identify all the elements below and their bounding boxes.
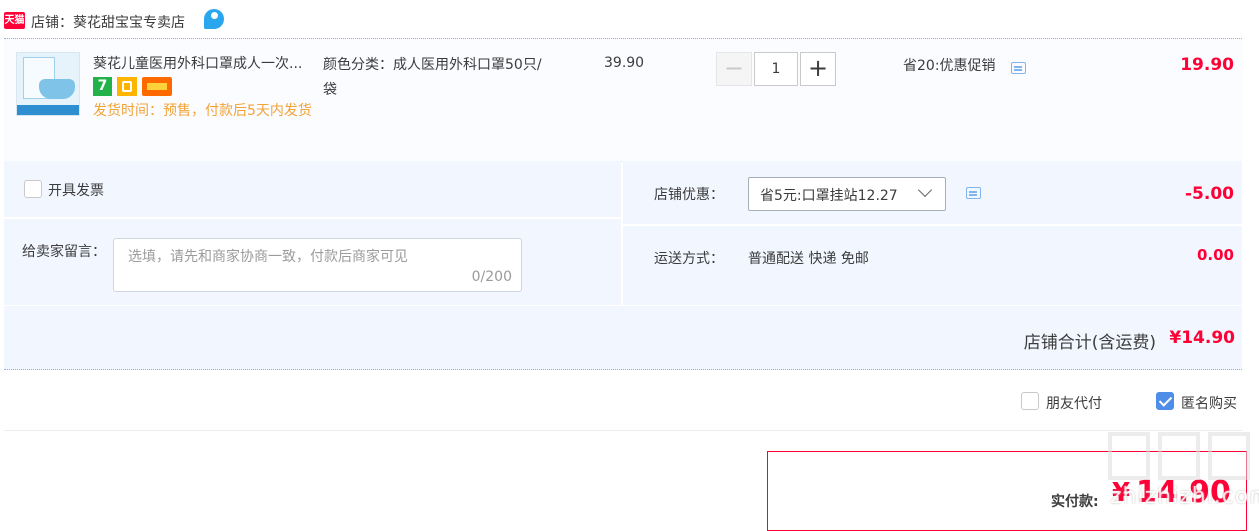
friend-pay-label[interactable]: 朋友代付 <box>1046 393 1102 413</box>
shop-total-value: ¥14.90 <box>1169 328 1235 348</box>
quantity-decrease-button[interactable]: − <box>716 52 752 86</box>
seller-message-placeholder: 选填，请先和商家协商一致，付款后商家可见 <box>128 249 408 265</box>
friend-pay-checkbox[interactable] <box>1021 392 1039 410</box>
shop-coupon-selected[interactable]: 省5元:口罩挂站12.27 <box>760 185 898 205</box>
character-counter: 0/200 <box>471 269 512 285</box>
invoice-checkbox[interactable] <box>24 180 42 198</box>
shipping-fee: 0.00 <box>1196 246 1234 264</box>
anonymous-purchase-checkbox[interactable] <box>1156 392 1174 410</box>
item-subtotal: 19.90 <box>1180 55 1234 75</box>
anonymous-purchase-label[interactable]: 匿名购买 <box>1181 393 1237 413</box>
payment-label: 实付款: <box>1051 494 1099 510</box>
unit-price: 39.90 <box>604 55 645 71</box>
quantity-input[interactable]: 1 <box>754 52 798 86</box>
shop-total-label: 店铺合计(含运费) <box>1023 333 1156 353</box>
shopping-bag-icon <box>117 77 137 96</box>
ship-time-notice: 发货时间：预售，付款后5天内发货 <box>93 103 312 119</box>
quantity-increase-button[interactable]: + <box>800 52 836 86</box>
shop-name[interactable]: 店铺：葵花甜宝宝专卖店 <box>31 12 185 32</box>
watermark-logo <box>1108 432 1252 482</box>
message-icon[interactable] <box>966 187 981 199</box>
divider <box>4 430 1242 431</box>
shop-coupon-amount: -5.00 <box>1185 184 1234 204</box>
divider <box>4 217 621 219</box>
invoice-label[interactable]: 开具发票 <box>48 180 104 200</box>
product-title[interactable]: 葵花儿童医用外科口罩成人一次... <box>93 53 318 73</box>
seven-day-return-icon: 7 <box>93 77 112 96</box>
tmall-badge: 天猫 <box>4 12 25 29</box>
sku-info: 颜色分类：成人医用外科口罩50只/袋 <box>323 57 542 98</box>
remark-label: 给卖家留言： <box>22 244 106 260</box>
watermark-text: zhizhizhi.com <box>1110 484 1259 509</box>
product-thumbnail[interactable] <box>16 52 80 116</box>
credit-card-icon <box>142 77 172 96</box>
message-icon[interactable] <box>1011 62 1026 74</box>
shipping-label: 运送方式： <box>654 251 724 267</box>
divider <box>623 224 1242 226</box>
chat-bubble-icon[interactable] <box>204 9 224 29</box>
shop-coupon-label: 店铺优惠： <box>654 187 724 203</box>
shipping-method: 普通配送 快递 免邮 <box>748 251 869 267</box>
promotion-label: 省20:优惠促销 <box>903 58 996 74</box>
